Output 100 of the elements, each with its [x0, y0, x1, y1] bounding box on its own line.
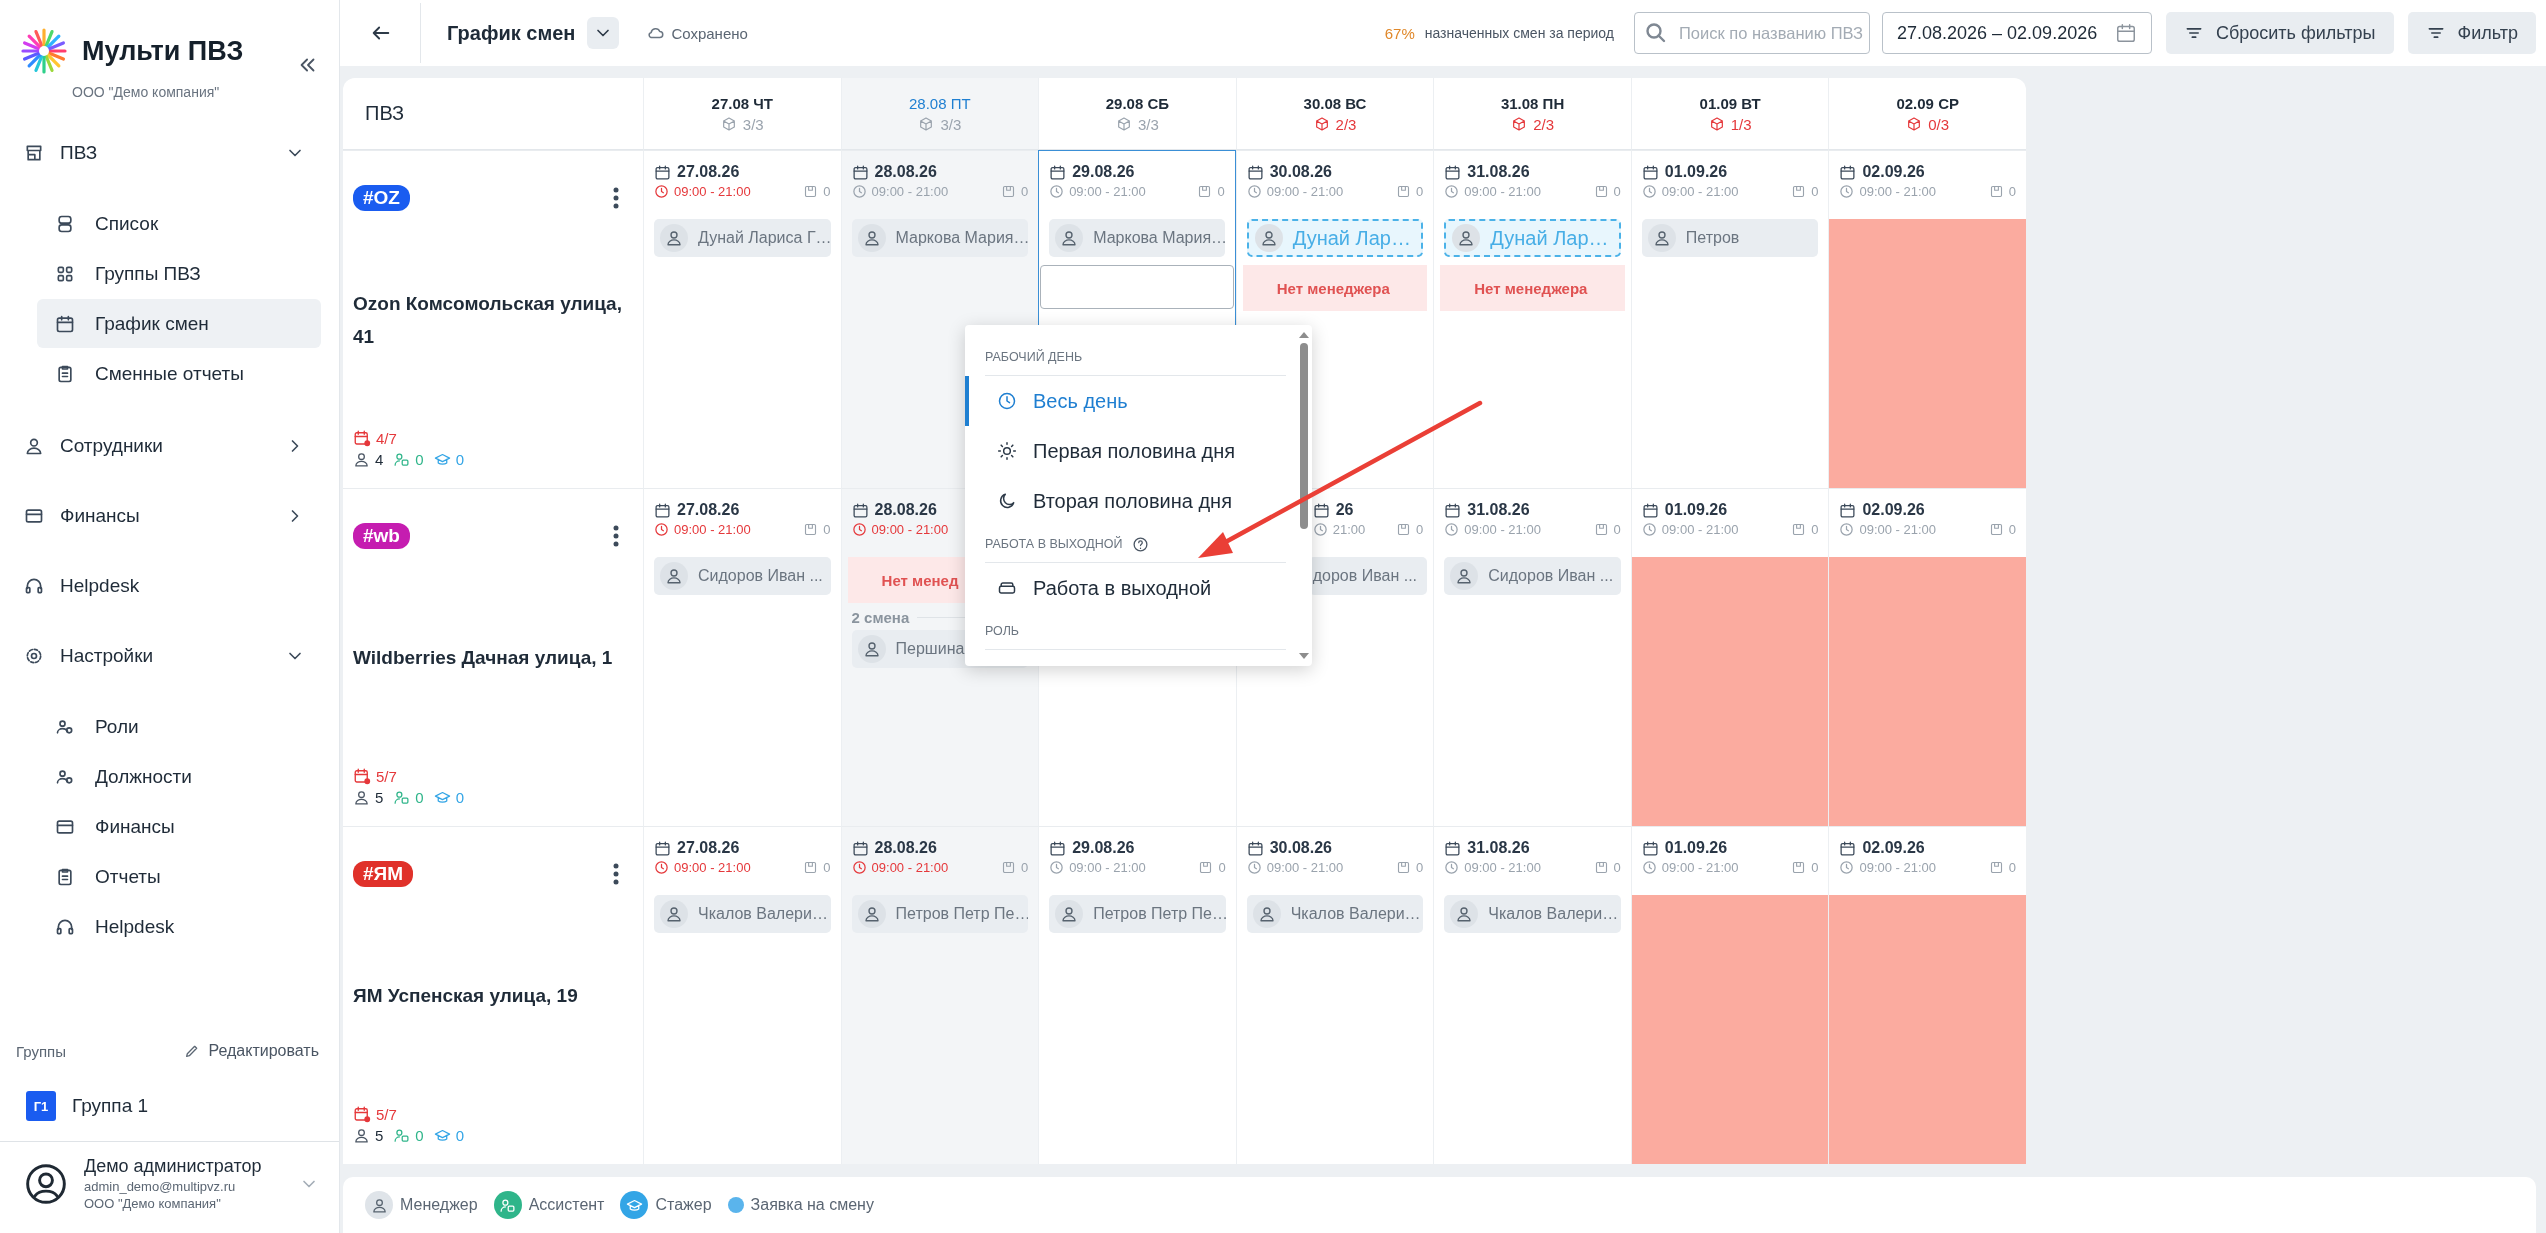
- trainee-count: 0: [455, 789, 465, 806]
- person-icon: [862, 905, 881, 923]
- shift-time: 09:00 - 21:00: [1464, 184, 1541, 199]
- package-count: 0: [1416, 184, 1424, 199]
- user-company: ООО "Демо компания": [84, 1196, 222, 1211]
- employee-chip[interactable]: Маркова Мария…: [1049, 219, 1225, 257]
- clock-icon: [654, 522, 669, 537]
- package-count: 0: [2008, 184, 2016, 199]
- employee-chip[interactable]: Сидоров Иван ...: [654, 557, 831, 595]
- legend-label: Стажер: [655, 1196, 712, 1214]
- person-icon: [353, 789, 370, 806]
- nav-label: Финансы: [95, 815, 175, 838]
- nav-item[interactable]: Роли: [37, 702, 321, 751]
- nav-item[interactable]: Настройки: [0, 621, 339, 691]
- calendar-icon: [654, 839, 671, 857]
- clock-icon: [1641, 184, 1657, 199]
- shift-date: 27.08.26: [677, 501, 740, 519]
- filter-button[interactable]: Фильтр: [2407, 12, 2536, 54]
- employee-chip[interactable]: Чкалов Валери…: [654, 895, 831, 933]
- employee-chip[interactable]: Петров Петр Пе…: [1049, 895, 1226, 933]
- staff-count: 0/3: [1928, 115, 1950, 133]
- nav-item[interactable]: Группы ПВЗ: [37, 249, 321, 298]
- nav-item[interactable]: ПВЗ: [0, 118, 339, 188]
- nav-item[interactable]: Helpdesk: [0, 551, 339, 621]
- clock-icon: [851, 860, 867, 875]
- shift-date: 31.08.26: [1467, 501, 1530, 519]
- marketplace-tag: #OZ: [353, 185, 410, 211]
- shift-time: 09:00 - 21:00: [1859, 184, 1937, 199]
- employee-chip[interactable]: Чкалов Валери…: [1246, 895, 1424, 933]
- package-count: 0: [1020, 184, 1029, 199]
- nav-item[interactable]: Финансы: [37, 802, 321, 851]
- sun-icon: [997, 441, 1017, 461]
- shift-time: 09:00 - 21:00: [1464, 860, 1541, 875]
- cube-icon: [918, 116, 935, 132]
- nav-item[interactable]: Список: [37, 199, 321, 248]
- scroll-down-icon[interactable]: [1299, 652, 1309, 660]
- day-label: 30.08 ВС: [1303, 94, 1367, 112]
- calendar-icon: [1641, 839, 1659, 857]
- menu-option[interactable]: Первая половина дня: [965, 426, 1296, 476]
- shift-time: 09:00 - 21:00: [1859, 522, 1937, 537]
- package-count: 0: [1218, 860, 1226, 875]
- nav-label: Сменные отчеты: [95, 362, 244, 385]
- manager-count: 4: [375, 451, 384, 468]
- employee-chip[interactable]: Петров Петр Пе…: [851, 895, 1029, 933]
- shift-date: 28.08.26: [874, 839, 937, 857]
- employee-chip[interactable]: Сидоров Иван ...: [1444, 557, 1621, 595]
- menu-option[interactable]: Вторая половина дня: [965, 476, 1296, 526]
- shift-time: 09:00 - 21:00: [1069, 184, 1146, 199]
- scroll-up-icon[interactable]: [1299, 331, 1309, 339]
- package-count: 0: [2008, 860, 2016, 875]
- staff-count: 3/3: [940, 115, 962, 133]
- dropdown-button[interactable]: [587, 17, 620, 49]
- clock-icon: [1839, 860, 1855, 875]
- days-filled: 5/7: [376, 1105, 397, 1123]
- employee-input-field[interactable]: [1040, 265, 1234, 309]
- clock-icon: [1641, 860, 1657, 875]
- calendar-icon: [1839, 501, 1857, 519]
- group-item[interactable]: Г1 Группа 1: [0, 1071, 339, 1141]
- cube-icon: [1313, 116, 1330, 132]
- brand-name: Мульти ПВЗ: [82, 35, 244, 67]
- section-label: РАБОЧИЙ ДЕНЬ: [985, 350, 1083, 364]
- employee-chip[interactable]: Дунай Лариса Г…: [654, 219, 831, 257]
- shift-date: 02.09.26: [1862, 163, 1925, 181]
- filter-button[interactable]: Сбросить фильтры: [2166, 12, 2394, 54]
- cap-icon: [433, 1127, 451, 1144]
- calendar-icon: [1641, 163, 1659, 181]
- nav-item[interactable]: Сменные отчеты: [37, 349, 321, 398]
- nav-label: Должности: [95, 765, 192, 788]
- menu-option[interactable]: Весь день: [965, 376, 1296, 426]
- package-count: 0: [1811, 184, 1819, 199]
- clock-icon: [997, 391, 1017, 411]
- nav-item[interactable]: Отчеты: [37, 852, 321, 901]
- box-icon: [1791, 184, 1807, 199]
- employee-chip[interactable]: Маркова Мария…: [851, 219, 1029, 257]
- nav-item[interactable]: Helpdesk: [37, 902, 321, 951]
- user-panel[interactable]: Демо администратор admin_demo@multipvz.ru ООО "Демо компания": [0, 1141, 339, 1233]
- box-icon: [803, 184, 819, 199]
- search-field[interactable]: Поиск по названию ПВЗ: [1634, 12, 1870, 54]
- shift-time: 09:00 - 21:00: [674, 860, 751, 875]
- avatar-icon: [24, 1161, 68, 1206]
- box-icon: [1396, 522, 1412, 537]
- day-label: 31.08 ПН: [1500, 94, 1565, 112]
- person-icon: [24, 436, 44, 456]
- nav-label: Список: [95, 212, 159, 235]
- employee-chip[interactable]: Чкалов Валери…: [1444, 895, 1621, 933]
- manager-count: 5: [375, 1127, 384, 1144]
- date-range-field[interactable]: 27.08.2026 – 02.09.2026: [1882, 12, 2152, 54]
- nav-item[interactable]: График смен: [37, 299, 321, 348]
- employee-chip[interactable]: Петров: [1641, 219, 1819, 257]
- package-count: 0: [823, 184, 831, 199]
- nav-label: Финансы: [60, 505, 140, 527]
- package-count: 0: [1811, 522, 1819, 537]
- nav-item[interactable]: Сотрудники: [0, 411, 339, 481]
- nav-item[interactable]: Финансы: [0, 481, 339, 551]
- legend-label: Ассистент: [528, 1196, 605, 1214]
- calendar-icon: [1444, 501, 1462, 519]
- shift-date: 27.08.26: [677, 163, 740, 181]
- edit-button[interactable]: Редактировать: [184, 1042, 319, 1060]
- nav-item[interactable]: Должности: [37, 752, 321, 801]
- package-count: 0: [2008, 522, 2016, 537]
